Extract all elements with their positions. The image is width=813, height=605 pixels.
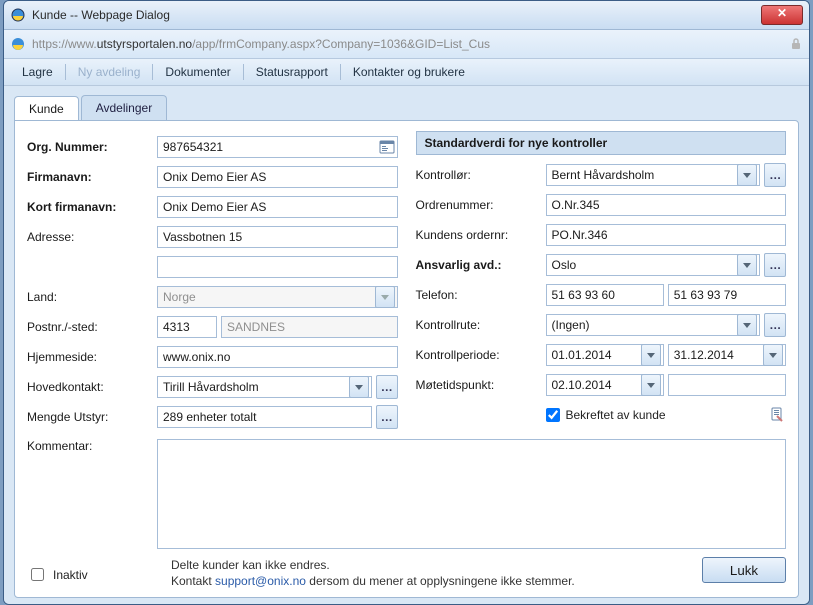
menu-separator: [340, 64, 341, 80]
ie-icon: [10, 7, 26, 23]
menu-lagre[interactable]: Lagre: [14, 59, 61, 85]
lookup-kontrollor-button[interactable]: …: [764, 163, 786, 187]
chevron-down-icon[interactable]: [737, 164, 757, 186]
window-title: Kunde -- Webpage Dialog: [32, 8, 761, 22]
checkbox-inaktiv-input[interactable]: [31, 568, 44, 581]
chevron-down-icon[interactable]: [737, 314, 757, 336]
label-kontrollor: Kontrollør:: [416, 168, 546, 182]
input-firmanavn[interactable]: [157, 166, 398, 188]
label-inaktiv: Inaktiv: [53, 568, 88, 582]
checkbox-inaktiv[interactable]: Inaktiv: [27, 565, 157, 584]
date-periode-fra[interactable]: 01.01.2014: [546, 344, 664, 366]
combo-kontrollor[interactable]: Bernt Håvardsholm: [546, 164, 761, 186]
input-kundens-ordernr[interactable]: [546, 224, 787, 246]
input-ordrenummer[interactable]: [546, 194, 787, 216]
chevron-down-icon[interactable]: [375, 286, 395, 308]
checkbox-bekreftet[interactable]: Bekreftet av kunde: [546, 408, 666, 422]
lookup-hovedkontakt-button[interactable]: …: [376, 375, 398, 399]
url-text[interactable]: https://www.utstyrsportalen.no/app/frmCo…: [32, 34, 783, 54]
combo-ansvarlig-avd[interactable]: Oslo: [546, 254, 761, 276]
label-ordrenummer: Ordrenummer:: [416, 198, 546, 212]
close-button[interactable]: Lukk: [702, 557, 786, 583]
titlebar: Kunde -- Webpage Dialog ✕: [4, 1, 809, 30]
tab-avdelinger[interactable]: Avdelinger: [81, 95, 167, 120]
input-telefon-1[interactable]: [546, 284, 664, 306]
document-icon[interactable]: [768, 406, 786, 424]
support-email-link[interactable]: support@onix.no: [215, 574, 306, 588]
ie-icon: [10, 36, 26, 52]
label-hjemmeside: Hjemmeside:: [27, 350, 157, 364]
chevron-down-icon[interactable]: [737, 254, 757, 276]
date-periode-til[interactable]: 31.12.2014: [668, 344, 786, 366]
label-mengde-utstyr: Mengde Utstyr:: [27, 410, 157, 424]
label-orgnr: Org. Nummer:: [27, 140, 157, 154]
left-column: Org. Nummer: Firmanavn: Kort fi: [27, 135, 398, 435]
input-hjemmeside[interactable]: [157, 346, 398, 368]
label-kommentar: Kommentar:: [27, 439, 157, 453]
label-kontrollperiode: Kontrollperiode:: [416, 348, 546, 362]
input-telefon-2[interactable]: [668, 284, 786, 306]
label-hovedkontakt: Hovedkontakt:: [27, 380, 157, 394]
input-kort-firmanavn[interactable]: [157, 196, 398, 218]
right-column: Standardverdi for nye kontroller Kontrol…: [416, 135, 787, 435]
menu-separator: [243, 64, 244, 80]
label-firmanavn: Firmanavn:: [27, 170, 157, 184]
input-postnr[interactable]: [157, 316, 217, 338]
input-motetidspunkt-extra[interactable]: [668, 374, 786, 396]
chevron-down-icon[interactable]: [349, 376, 369, 398]
window-close-button[interactable]: ✕: [761, 5, 803, 25]
section-standardverdier: Standardverdi for nye kontroller: [416, 131, 787, 155]
chevron-down-icon[interactable]: [763, 344, 783, 366]
label-ansvarlig-avd: Ansvarlig avd.:: [416, 258, 546, 272]
label-land: Land:: [27, 290, 157, 304]
menu-separator: [152, 64, 153, 80]
chevron-down-icon[interactable]: [641, 344, 661, 366]
menu-kontakter[interactable]: Kontakter og brukere: [345, 59, 473, 85]
tab-strip: Kunde Avdelinger: [14, 94, 799, 120]
label-kort-firmanavn: Kort firmanavn:: [27, 200, 157, 214]
input-mengde-utstyr[interactable]: [157, 406, 372, 428]
footer-message: Delte kunder kan ikke endres. Kontakt su…: [171, 557, 688, 589]
menu-ny-avdeling: Ny avdeling: [70, 59, 149, 85]
menu-statusrapport[interactable]: Statusrapport: [248, 59, 336, 85]
checkbox-bekreftet-input[interactable]: [546, 408, 560, 422]
registry-lookup-icon[interactable]: [378, 138, 396, 156]
lookup-ansvarlig-button[interactable]: …: [764, 253, 786, 277]
input-adresse-1[interactable]: [157, 226, 398, 248]
form-panel: Org. Nummer: Firmanavn: Kort fi: [14, 120, 799, 598]
label-kontrollrute: Kontrollrute:: [416, 318, 546, 332]
label-motetidspunkt: Møtetidspunkt:: [416, 378, 546, 392]
menu-separator: [65, 64, 66, 80]
url-bar: https://www.utstyrsportalen.no/app/frmCo…: [4, 30, 809, 59]
menu-dokumenter[interactable]: Dokumenter: [157, 59, 238, 85]
input-orgnr[interactable]: [157, 136, 398, 158]
label-kundens-ordernr: Kundens ordernr:: [416, 228, 546, 242]
input-adresse-2[interactable]: [157, 256, 398, 278]
lookup-mengde-button[interactable]: …: [376, 405, 398, 429]
tab-kunde[interactable]: Kunde: [14, 96, 79, 121]
label-postnr: Postnr./-sted:: [27, 320, 157, 334]
lock-icon: [789, 37, 803, 51]
date-motetidspunkt[interactable]: 02.10.2014: [546, 374, 664, 396]
label-adresse: Adresse:: [27, 230, 157, 244]
input-poststed: [221, 316, 398, 338]
combo-hovedkontakt[interactable]: Tirill Håvardsholm: [157, 376, 372, 398]
lookup-rute-button[interactable]: …: [764, 313, 786, 337]
combo-land[interactable]: Norge: [157, 286, 398, 308]
label-bekreftet: Bekreftet av kunde: [566, 408, 666, 422]
combo-kontrollrute[interactable]: (Ingen): [546, 314, 761, 336]
textarea-kommentar[interactable]: [157, 439, 786, 549]
label-telefon: Telefon:: [416, 288, 546, 302]
menu-bar: Lagre Ny avdeling Dokumenter Statusrappo…: [4, 59, 809, 86]
chevron-down-icon[interactable]: [641, 374, 661, 396]
